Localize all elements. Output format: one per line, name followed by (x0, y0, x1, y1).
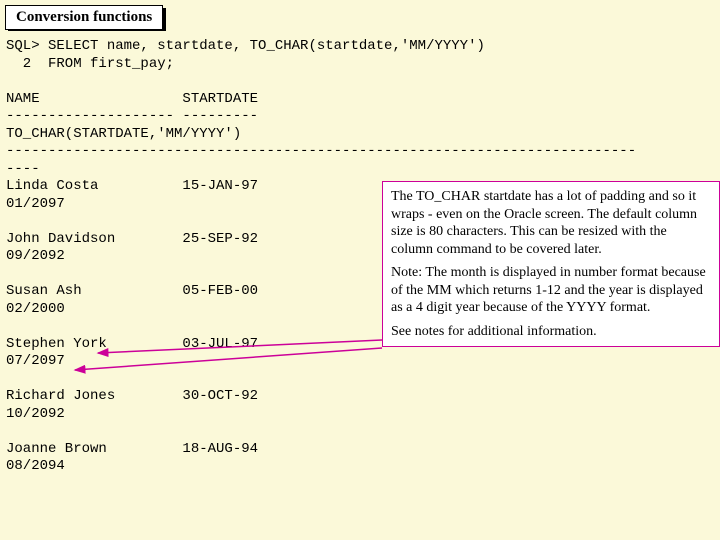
callout-para-3: See notes for additional information. (391, 323, 711, 341)
title-text: Conversion functions (16, 9, 152, 25)
explanation-callout: The TO_CHAR startdate has a lot of paddi… (382, 181, 720, 347)
callout-para-1: The TO_CHAR startdate has a lot of paddi… (391, 188, 711, 258)
title-box: Conversion functions (5, 5, 163, 30)
callout-para-2: Note: The month is displayed in number f… (391, 264, 711, 317)
